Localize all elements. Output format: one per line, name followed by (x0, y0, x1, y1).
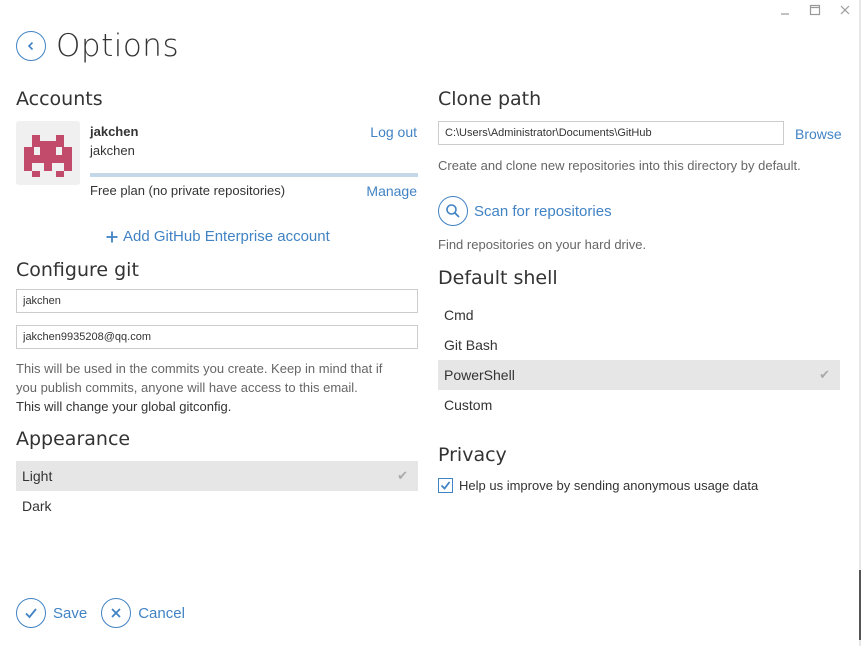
plus-icon (106, 231, 118, 242)
scan-description: Find repositories on your hard drive. (438, 237, 647, 252)
footer-actions: Save Cancel (16, 598, 199, 628)
clone-path-description: Create and clone new repositories into t… (438, 158, 801, 173)
git-help-line-3: This will change your global gitconfig. (16, 399, 232, 414)
accounts-heading: Accounts (16, 88, 103, 110)
save-button[interactable]: Save (16, 598, 87, 628)
minimize-icon[interactable] (777, 2, 793, 18)
cancel-button[interactable]: Cancel (101, 598, 185, 628)
shell-option-label: Custom (444, 397, 493, 413)
account-login: jakchen (90, 143, 135, 158)
appearance-option-label: Dark (22, 498, 52, 514)
check-icon (16, 598, 46, 628)
scan-for-repositories-button[interactable]: Scan for repositories (438, 196, 612, 226)
shell-option-cmd[interactable]: Cmd (438, 300, 840, 330)
browse-link[interactable]: Browse (795, 126, 842, 142)
page-title: Options (56, 28, 180, 64)
shell-option-git-bash[interactable]: Git Bash (438, 330, 840, 360)
check-icon (440, 481, 451, 490)
window-controls (777, 2, 853, 18)
avatar (16, 121, 80, 185)
appearance-option-label: Light (22, 468, 53, 484)
shell-option-label: Git Bash (444, 337, 498, 353)
clone-path-field[interactable] (438, 121, 784, 145)
configure-git-heading: Configure git (16, 259, 139, 281)
shell-option-powershell[interactable]: PowerShell ✔ (438, 360, 840, 390)
default-shell-heading: Default shell (438, 267, 558, 289)
close-icon (101, 598, 132, 628)
logout-link[interactable]: Log out (370, 124, 417, 140)
usage-data-checkbox-row[interactable]: Help us improve by sending anonymous usa… (438, 478, 758, 493)
cancel-label: Cancel (138, 604, 185, 622)
appearance-heading: Appearance (16, 428, 131, 450)
appearance-option-light[interactable]: Light ✔ (16, 461, 418, 491)
usage-data-checkbox[interactable] (438, 478, 453, 493)
search-icon (438, 196, 468, 226)
git-name-field[interactable] (16, 289, 418, 313)
add-enterprise-account-button[interactable]: Add GitHub Enterprise account (106, 228, 330, 245)
git-help-line-1: This will be used in the commits you cre… (16, 361, 383, 376)
shell-option-custom[interactable]: Custom (438, 390, 840, 420)
checkmark-icon: ✔ (819, 367, 830, 382)
clone-path-heading: Clone path (438, 88, 542, 110)
page-header: Options (16, 28, 179, 64)
shell-option-label: PowerShell (444, 367, 515, 383)
manage-link[interactable]: Manage (366, 183, 417, 199)
save-label: Save (53, 604, 88, 622)
git-help-text: This will be used in the commits you cre… (16, 359, 382, 416)
git-email-field[interactable] (16, 325, 418, 349)
maximize-icon[interactable] (807, 2, 823, 18)
add-enterprise-label: Add GitHub Enterprise account (123, 228, 330, 245)
appearance-option-dark[interactable]: Dark (16, 491, 418, 521)
git-help-line-2: you publish commits, anyone will have ac… (16, 380, 358, 395)
back-button[interactable] (16, 31, 46, 61)
privacy-heading: Privacy (438, 444, 507, 466)
plan-label: Free plan (no private repositories) (90, 183, 286, 198)
usage-data-label: Help us improve by sending anonymous usa… (459, 478, 759, 493)
scan-label: Scan for repositories (474, 202, 612, 220)
account-name: jakchen (90, 124, 139, 139)
shell-option-label: Cmd (444, 307, 474, 323)
chevron-left-icon (27, 41, 34, 51)
close-icon[interactable] (837, 2, 853, 18)
plan-usage-bar (90, 173, 418, 177)
checkmark-icon: ✔ (397, 468, 408, 483)
